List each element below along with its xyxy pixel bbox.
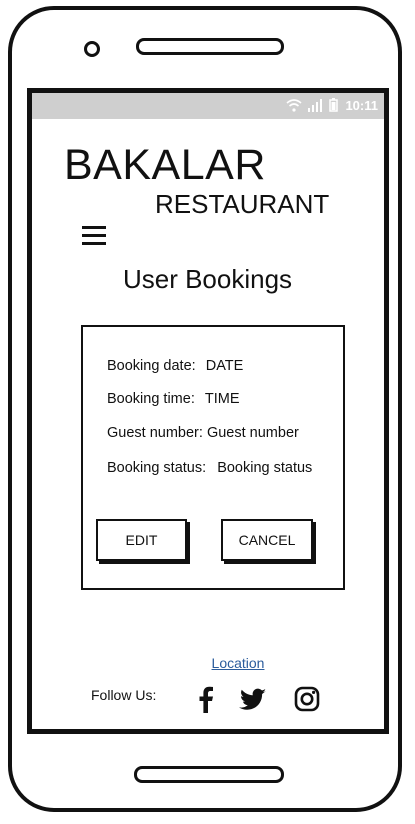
booking-date-row: Booking date: DATE xyxy=(107,358,243,374)
booking-status-value: Booking status xyxy=(217,460,313,476)
brand-subtitle: RESTAURANT xyxy=(155,189,330,219)
speaker-grille xyxy=(136,38,284,55)
twitter-icon[interactable] xyxy=(238,684,268,714)
status-icons xyxy=(286,98,338,115)
battery-icon xyxy=(329,98,338,112)
location-link[interactable]: Location xyxy=(0,655,415,671)
home-button[interactable] xyxy=(134,766,284,783)
wifi-icon xyxy=(286,99,302,112)
guest-number-label: Guest number: xyxy=(107,425,203,441)
booking-time-row: Booking time: TIME xyxy=(107,391,240,407)
follow-us-label: Follow Us: xyxy=(91,687,157,703)
instagram-icon[interactable] xyxy=(292,684,322,714)
cancel-button[interactable]: CANCEL xyxy=(221,519,313,561)
brand-name: BAKALAR xyxy=(64,141,266,189)
booking-status-label: Booking status: xyxy=(107,460,207,476)
booking-date-label: Booking date: xyxy=(107,358,196,374)
facebook-icon[interactable] xyxy=(191,684,221,714)
guest-number-row: Guest number: Guest number xyxy=(107,425,299,441)
booking-time-label: Booking time: xyxy=(107,391,195,407)
camera-icon xyxy=(84,41,100,57)
booking-date-value: DATE xyxy=(205,358,244,374)
hamburger-menu-icon[interactable] xyxy=(82,226,106,246)
booking-status-row: Booking status: Booking status xyxy=(107,460,312,476)
status-time: 10:11 xyxy=(345,98,378,113)
signal-icon xyxy=(308,99,323,112)
guest-number-value: Guest number xyxy=(206,425,299,441)
edit-button[interactable]: EDIT xyxy=(96,519,187,561)
status-bar: 10:11 xyxy=(32,93,384,119)
booking-time-value: TIME xyxy=(204,391,240,407)
page-title: User Bookings xyxy=(122,264,293,294)
